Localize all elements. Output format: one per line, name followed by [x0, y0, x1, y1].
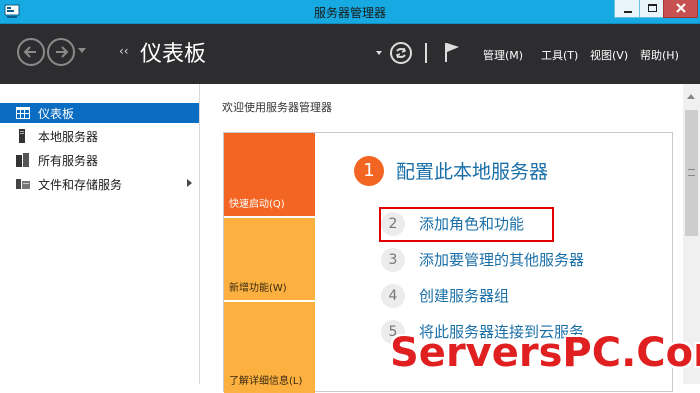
- close-icon: [676, 3, 686, 13]
- sidebar-item-label: 仪表板: [38, 107, 75, 121]
- step-configure-local-server[interactable]: 配置此本地服务器: [396, 157, 548, 184]
- minimize-button[interactable]: [614, 0, 640, 18]
- chevron-right-icon[interactable]: [187, 179, 192, 187]
- tile-label: 快速启动(Q): [229, 199, 285, 210]
- step-create-server-group[interactable]: 创建服务器组: [419, 285, 509, 306]
- dashboard-icon: [16, 107, 30, 119]
- storage-icon: [16, 179, 30, 189]
- sidebar-item-all-servers[interactable]: 所有服务器: [0, 150, 199, 170]
- page-title: 仪表板: [140, 42, 207, 67]
- menu-tools[interactable]: 工具(T): [541, 47, 578, 63]
- scrollbar-thumb[interactable]: [685, 110, 698, 236]
- grip-icon: [688, 169, 695, 176]
- watermark-text: ServersPC.Com: [390, 330, 700, 376]
- close-button[interactable]: [663, 0, 698, 18]
- servers-icon: [16, 153, 29, 167]
- tile-label: 了解详细信息(L): [229, 376, 303, 387]
- sidebar-item-label: 所有服务器: [38, 154, 99, 168]
- sidebar-item-label: 文件和存储服务: [38, 178, 123, 192]
- back-button[interactable]: [17, 38, 45, 66]
- tile-label: 新增功能(W): [229, 283, 287, 294]
- refresh-icon[interactable]: [389, 41, 413, 65]
- scroll-up-icon[interactable]: [687, 94, 695, 99]
- breadcrumb-arrows: ‹‹: [119, 44, 129, 58]
- refresh-dropdown-icon[interactable]: [376, 51, 382, 55]
- maximize-button[interactable]: [639, 0, 664, 18]
- sidebar-item-dashboard[interactable]: 仪表板: [0, 103, 199, 123]
- toolbar: ‹‹ 仪表板 管理(M) 工具(T) 视图(V) 帮助(H): [0, 24, 700, 84]
- sidebar-item-label: 本地服务器: [38, 130, 99, 144]
- back-arrow-icon: [23, 46, 36, 58]
- step-number-badge: 1: [354, 156, 384, 186]
- toolbar-separator: [425, 43, 427, 63]
- step-number-badge: 4: [381, 284, 405, 308]
- sidebar-item-local-server[interactable]: 本地服务器: [0, 126, 199, 146]
- maximize-icon: [648, 4, 657, 12]
- step-add-other-servers[interactable]: 添加要管理的其他服务器: [419, 249, 584, 270]
- menu-view[interactable]: 视图(V): [590, 47, 628, 63]
- highlight-box: [379, 207, 554, 242]
- title-bar: 服务器管理器: [0, 0, 700, 24]
- sidebar-item-file-storage[interactable]: 文件和存储服务: [0, 174, 199, 194]
- notifications-flag-icon[interactable]: [442, 41, 462, 63]
- server-icon: [19, 129, 25, 143]
- tile-learn-more[interactable]: 了解详细信息(L): [224, 302, 315, 393]
- tile-whats-new[interactable]: 新增功能(W): [224, 218, 315, 300]
- window-title: 服务器管理器: [313, 6, 386, 20]
- tile-quick-start[interactable]: 快速启动(Q): [224, 133, 315, 216]
- minimize-icon: [624, 11, 632, 13]
- menu-help[interactable]: 帮助(H): [640, 47, 679, 63]
- forward-arrow-icon: [56, 46, 69, 58]
- menu-manage[interactable]: 管理(M): [483, 47, 523, 63]
- step-number-badge: 3: [381, 248, 405, 272]
- welcome-heading: 欢迎使用服务器管理器: [222, 101, 332, 114]
- forward-button[interactable]: [47, 38, 75, 66]
- sidebar: 仪表板 本地服务器 所有服务器 文件和存储服务: [0, 84, 200, 384]
- history-dropdown-icon[interactable]: [78, 48, 86, 53]
